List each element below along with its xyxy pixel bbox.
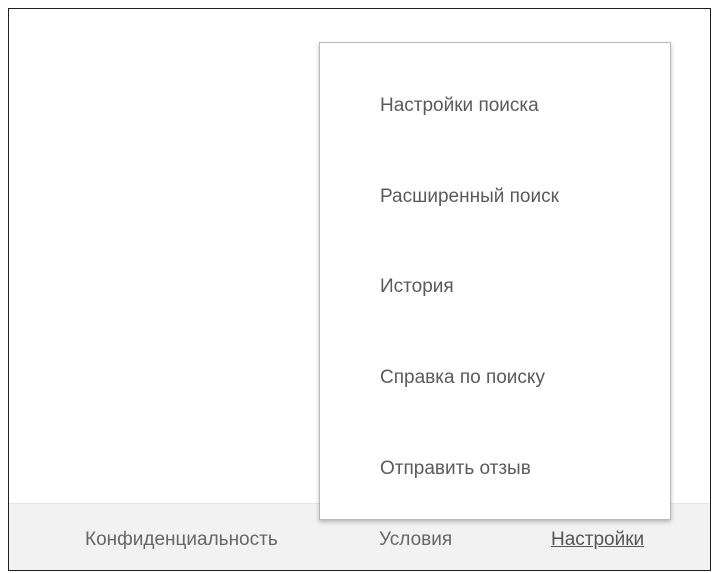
menu-item-send-feedback[interactable]: Отправить отзыв	[320, 439, 670, 499]
menu-item-history[interactable]: История	[320, 257, 670, 317]
menu-item-search-help[interactable]: Справка по поиску	[320, 348, 670, 408]
menu-item-search-settings[interactable]: Настройки поиска	[320, 76, 670, 136]
settings-dropdown-menu: Настройки поиска Расширенный поиск Истор…	[319, 42, 671, 520]
page-frame: Конфиденциальность Условия Настройки Нас…	[8, 8, 711, 571]
privacy-link[interactable]: Конфиденциальность	[85, 529, 278, 551]
menu-item-advanced-search[interactable]: Расширенный поиск	[320, 167, 670, 227]
terms-link[interactable]: Условия	[379, 529, 452, 551]
settings-link[interactable]: Настройки	[551, 529, 644, 551]
